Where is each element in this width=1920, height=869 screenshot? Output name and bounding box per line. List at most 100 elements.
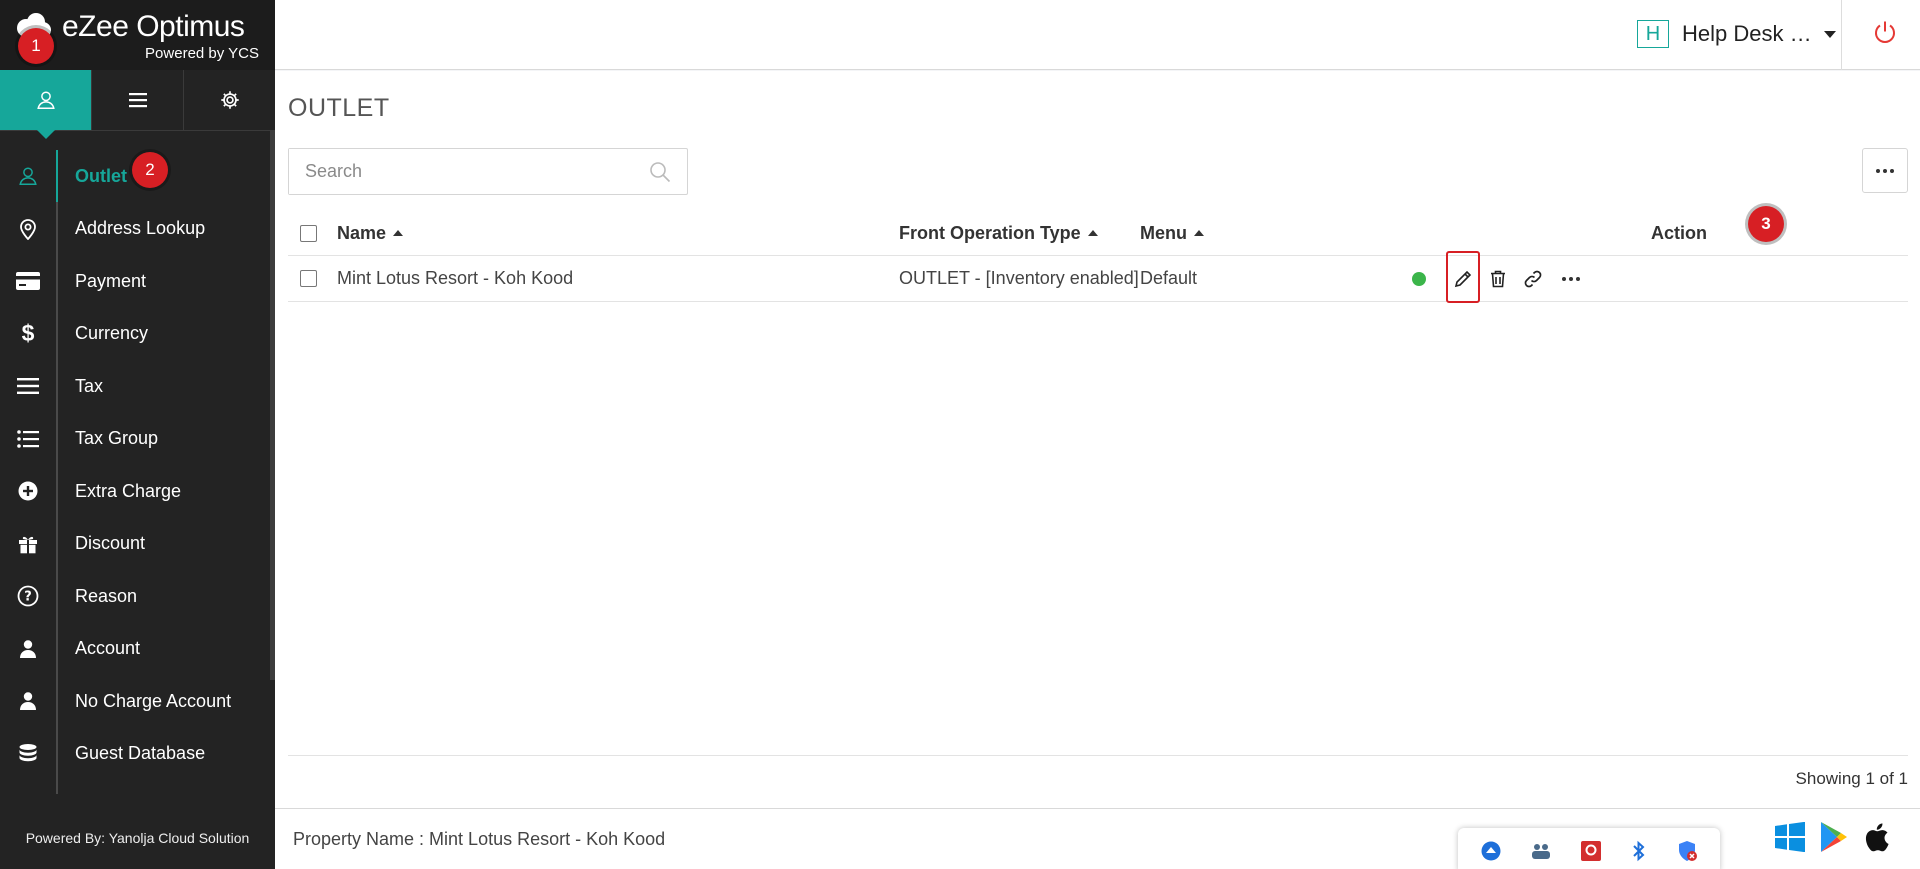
column-action-header: Action xyxy=(1651,222,1707,243)
table-footer: Showing 1 of 1 xyxy=(288,755,1908,788)
link-icon[interactable] xyxy=(1524,270,1542,288)
sidebar-item-tax-group[interactable]: Tax Group xyxy=(0,413,275,466)
map-pin-icon xyxy=(20,218,36,240)
pagination-info: Showing 1 of 1 xyxy=(1795,769,1908,788)
gear-icon xyxy=(220,91,239,109)
main-content: OUTLET Name Front Operation Type Menu Ac… xyxy=(275,71,1920,808)
tab-menu[interactable] xyxy=(92,70,184,130)
sidebar-item-payment[interactable]: Payment xyxy=(0,255,275,308)
sidebar-item-label: Extra Charge xyxy=(75,480,182,501)
top-header: H Help Desk … xyxy=(275,0,1920,70)
sidebar-item-currency[interactable]: $ Currency xyxy=(0,308,275,361)
bars-icon xyxy=(17,378,39,395)
sidebar-item-outlet[interactable]: Outlet 2 xyxy=(0,150,275,203)
user-icon xyxy=(36,91,55,109)
brand-subtitle: Powered by YCS xyxy=(145,45,259,62)
annotation-badge-3: 3 xyxy=(1748,206,1784,242)
sidebar-item-label: Payment xyxy=(75,270,147,291)
google-play-icon[interactable] xyxy=(1819,821,1849,853)
column-name-header[interactable]: Name xyxy=(337,211,404,255)
hotel-name: Help Desk … xyxy=(1682,21,1812,46)
sidebar-item-discount[interactable]: Discount xyxy=(0,518,275,571)
sort-asc-icon xyxy=(1194,230,1204,236)
sort-asc-icon xyxy=(393,230,404,236)
dollar-icon: $ xyxy=(21,320,35,347)
sidebar-item-label: No Charge Account xyxy=(75,690,232,711)
select-all-checkbox[interactable] xyxy=(300,224,317,242)
bluetooth-icon[interactable] xyxy=(1630,840,1648,862)
plus-circle-icon xyxy=(18,481,38,501)
red-app-tray-icon[interactable] xyxy=(1580,840,1602,862)
edit-pencil-icon[interactable] xyxy=(1454,270,1472,288)
sidebar: eZee Optimus Powered by YCS 1 Outlet 2 A… xyxy=(0,0,275,869)
people-tray-icon[interactable] xyxy=(1530,840,1552,862)
sidebar-item-tax[interactable]: Tax xyxy=(0,360,275,413)
search-icon[interactable] xyxy=(649,161,671,183)
page-title: OUTLET xyxy=(288,94,390,122)
annotation-badge-1: 1 xyxy=(18,28,54,64)
apple-icon[interactable] xyxy=(1863,822,1889,852)
svg-text:?: ? xyxy=(24,590,32,605)
sort-asc-icon xyxy=(1087,230,1098,236)
person-icon xyxy=(20,640,36,658)
windows-icon[interactable] xyxy=(1775,822,1805,852)
column-front-op-header[interactable]: Front Operation Type xyxy=(899,211,1098,255)
hotel-initial-badge: H xyxy=(1637,20,1669,48)
power-icon[interactable] xyxy=(1873,20,1897,46)
sidebar-item-account[interactable]: Account xyxy=(0,623,275,676)
person-icon xyxy=(20,692,36,711)
sidebar-item-reason[interactable]: ? Reason xyxy=(0,570,275,623)
shield-alert-tray-icon[interactable] xyxy=(1676,840,1698,862)
sidebar-item-label: Outlet xyxy=(75,165,127,186)
row-checkbox[interactable] xyxy=(300,270,317,287)
cell-front-op: OUTLET - [Inventory enabled] xyxy=(899,268,1139,288)
blue-app-tray-icon[interactable] xyxy=(1480,840,1502,862)
tab-settings[interactable] xyxy=(184,70,275,130)
user-outline-icon xyxy=(19,167,37,186)
menu-icon xyxy=(128,93,147,108)
cell-menu: Default xyxy=(1140,268,1198,288)
sidebar-item-label: Tax xyxy=(75,375,104,396)
trash-icon[interactable] xyxy=(1490,270,1506,288)
sidebar-item-label: Discount xyxy=(75,533,146,554)
more-options-button[interactable] xyxy=(1862,148,1908,193)
sidebar-item-label: Reason xyxy=(75,585,138,606)
search-input[interactable] xyxy=(289,149,629,194)
credit-card-icon xyxy=(16,272,40,291)
question-circle-icon: ? xyxy=(17,585,39,607)
sidebar-item-label: Account xyxy=(75,638,141,659)
status-active-indicator xyxy=(1412,271,1426,286)
bottom-bar: Property Name : Mint Lotus Resort - Koh … xyxy=(275,808,1920,869)
brand-name: eZee Optimus xyxy=(62,10,245,43)
chevron-down-icon xyxy=(1823,30,1836,38)
sidebar-item-label: Currency xyxy=(75,323,149,344)
property-name: Property Name : Mint Lotus Resort - Koh … xyxy=(293,829,666,849)
list-icon xyxy=(17,429,39,448)
database-icon xyxy=(19,743,37,761)
table-header: Name Front Operation Type Menu Action 3 xyxy=(288,206,1908,256)
sidebar-nav: Outlet 2 Address Lookup Payment $ Curren… xyxy=(0,150,275,780)
sidebar-item-extra-charge[interactable]: Extra Charge xyxy=(0,465,275,518)
more-dots-icon xyxy=(1876,168,1894,173)
header-divider xyxy=(1841,0,1842,70)
sidebar-item-address-lookup[interactable]: Address Lookup xyxy=(0,203,275,256)
brand-header: eZee Optimus Powered by YCS 1 xyxy=(0,0,275,70)
app-store-links xyxy=(1775,821,1889,853)
annotation-badge-2: 2 xyxy=(132,152,168,188)
system-tray-popup xyxy=(1458,828,1720,869)
outlet-table: Name Front Operation Type Menu Action 3 … xyxy=(288,206,1908,303)
gift-icon xyxy=(19,536,37,554)
column-menu-header[interactable]: Menu xyxy=(1140,211,1204,255)
search-box xyxy=(288,148,688,195)
sidebar-footer: Powered By: Yanolja Cloud Solution xyxy=(25,829,250,846)
tab-user[interactable] xyxy=(0,70,92,139)
table-row: Mint Lotus Resort - Koh Kood OUTLET - [I… xyxy=(288,251,1908,303)
hotel-switcher[interactable]: H Help Desk … xyxy=(1637,20,1836,48)
sidebar-item-label: Tax Group xyxy=(75,428,159,449)
sidebar-item-guest-database[interactable]: Guest Database xyxy=(0,728,275,781)
sidebar-item-label: Address Lookup xyxy=(75,218,206,239)
cell-name: Mint Lotus Resort - Koh Kood xyxy=(337,268,574,288)
row-more-icon[interactable] xyxy=(1562,276,1580,281)
sidebar-item-label: Guest Database xyxy=(75,743,206,764)
sidebar-item-no-charge-account[interactable]: No Charge Account xyxy=(0,675,275,728)
